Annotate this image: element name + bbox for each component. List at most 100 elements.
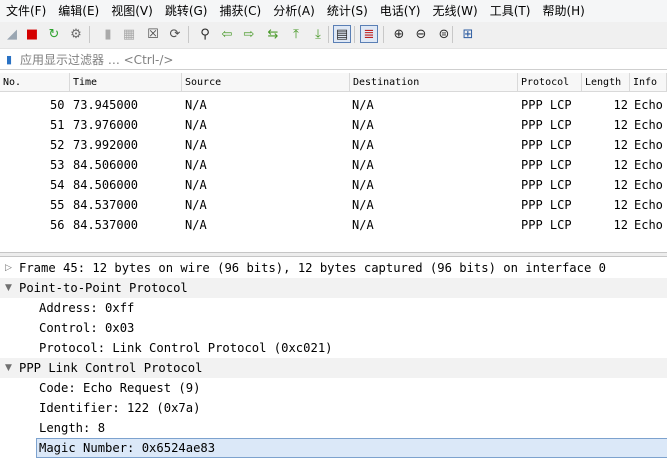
menu-item-5[interactable]: 分析(A) — [267, 0, 321, 22]
packet-length-cell: 12 — [613, 158, 628, 172]
packet-list-header: No. Time Source Destination Protocol Length In… — [0, 73, 667, 92]
packet-source-cell: N/A — [185, 178, 207, 192]
tree-field-row[interactable]: Protocol: Link Control Protocol (0xc021) — [0, 338, 667, 358]
packet-no-cell: 52 — [50, 138, 65, 152]
menu-item-0[interactable]: 文件(F) — [0, 0, 52, 22]
colorize-icon[interactable]: ≣ — [360, 25, 378, 43]
column-header-protocol[interactable]: Protocol — [518, 73, 582, 92]
tree-row-label: Point-to-Point Protocol — [19, 281, 188, 295]
column-header-info[interactable]: Info — [630, 73, 667, 92]
main-toolbar: ◢ ■ ↻ ⚙ ▮ ▦ ☒ ⟳ ⚲ ⇦ ⇨ ⇆ ⤒ ⤓ ▤ ≣ ⊕ ⊖ ⊜ ⊞ — [0, 22, 667, 49]
packet-row[interactable]: 55 84.537000 N/A N/A PPP LCP 12 Echo — [0, 195, 667, 215]
menu-bar: 文件(F) 编辑(E) 视图(V) 跳转(G) 捕获(C) 分析(A) 统计(S) 电话(Y)… — [0, 0, 667, 22]
packet-protocol-cell: PPP LCP — [521, 178, 572, 192]
tree-row-label: PPP Link Control Protocol — [19, 361, 203, 375]
menu-item-4[interactable]: 捕获(C) — [213, 0, 267, 22]
tree-row-label: Address: 0xff — [39, 301, 135, 315]
tree-row-label: Frame 45: 12 bytes on wire (96 bits), 12… — [19, 261, 606, 275]
stop-capture-icon[interactable]: ■ — [23, 25, 41, 43]
tree-field-row[interactable]: Length: 8 — [0, 418, 667, 438]
packet-time-cell: 84.537000 — [73, 218, 139, 232]
close-file-icon[interactable]: ☒ — [144, 25, 162, 43]
packet-info-cell: Echo — [634, 198, 663, 212]
go-back-icon[interactable]: ⇦ — [218, 25, 236, 43]
reload-file-icon[interactable]: ⟳ — [166, 25, 184, 43]
open-file-icon[interactable]: ▮ — [99, 25, 117, 43]
shark-fin-start-icon[interactable]: ◢ — [3, 25, 21, 43]
packet-protocol-cell: PPP LCP — [521, 158, 572, 172]
tree-field-row[interactable]: Magic Number: 0x6524ae83 — [0, 438, 667, 458]
packet-row[interactable]: 54 84.506000 N/A N/A PPP LCP 12 Echo — [0, 175, 667, 195]
go-forward-icon[interactable]: ⇨ — [240, 25, 258, 43]
column-header-source[interactable]: Source — [182, 73, 350, 92]
go-last-packet-icon[interactable]: ⤓ — [309, 25, 327, 43]
display-filter-input[interactable]: 应用显示过滤器 … <Ctrl-/> — [16, 51, 173, 68]
packet-no-cell: 56 — [50, 218, 65, 232]
menu-item-2[interactable]: 视图(V) — [105, 0, 159, 22]
packet-protocol-cell: PPP LCP — [521, 118, 572, 132]
menu-item-9[interactable]: 工具(T) — [484, 0, 537, 22]
packet-time-cell: 73.976000 — [73, 118, 139, 132]
tree-field-row[interactable]: Control: 0x03 — [0, 318, 667, 338]
restart-capture-icon[interactable]: ↻ — [45, 25, 63, 43]
packet-info-cell: Echo — [634, 98, 663, 112]
menu-item-3[interactable]: 跳转(G) — [159, 0, 214, 22]
capture-options-icon[interactable]: ⚙ — [67, 25, 85, 43]
packet-destination-cell: N/A — [352, 198, 374, 212]
pane-splitter[interactable] — [0, 252, 667, 257]
autoscroll-icon[interactable]: ▤ — [333, 25, 351, 43]
collapsed-arrow-icon[interactable]: ▷ — [5, 258, 12, 278]
tree-field-row[interactable]: Identifier: 122 (0x7a) — [0, 398, 667, 418]
toolbar-separator — [89, 26, 90, 43]
packet-info-cell: Echo — [634, 178, 663, 192]
packet-no-cell: 50 — [50, 98, 65, 112]
packet-source-cell: N/A — [185, 138, 207, 152]
packet-row[interactable]: 52 73.992000 N/A N/A PPP LCP 12 Echo — [0, 135, 667, 155]
zoom-out-icon[interactable]: ⊖ — [412, 25, 430, 43]
packet-row[interactable]: 50 73.945000 N/A N/A PPP LCP 12 Echo — [0, 95, 667, 115]
packet-no-cell: 55 — [50, 198, 65, 212]
expanded-arrow-icon[interactable]: ▼ — [5, 278, 12, 298]
packet-list: No. Time Source Destination Protocol Length In… — [0, 73, 667, 253]
tree-section-row[interactable]: ▼ Point-to-Point Protocol — [0, 278, 667, 298]
bookmark-icon[interactable]: ▮ — [2, 50, 16, 70]
packet-protocol-cell: PPP LCP — [521, 98, 572, 112]
packet-info-cell: Echo — [634, 138, 663, 152]
display-filter-bar[interactable]: ▮ 应用显示过滤器 … <Ctrl-/> — [0, 50, 667, 70]
tree-section-row[interactable]: ▷ Frame 45: 12 bytes on wire (96 bits), 1… — [0, 258, 667, 278]
tree-section-row[interactable]: ▼ PPP Link Control Protocol — [0, 358, 667, 378]
column-header-length[interactable]: Length — [582, 73, 630, 92]
normal-size-icon[interactable]: ⊜ — [435, 25, 453, 43]
tree-row-label: Length: 8 — [39, 421, 106, 435]
expanded-arrow-icon[interactable]: ▼ — [5, 358, 12, 378]
menu-item-7[interactable]: 电话(Y) — [374, 0, 427, 22]
packet-info-cell: Echo — [634, 118, 663, 132]
toolbar-separator — [354, 26, 355, 43]
find-packet-icon[interactable]: ⚲ — [196, 25, 214, 43]
column-header-no[interactable]: No. — [0, 73, 70, 92]
packet-row[interactable]: 51 73.976000 N/A N/A PPP LCP 12 Echo — [0, 115, 667, 135]
packet-destination-cell: N/A — [352, 218, 374, 232]
column-header-destination[interactable]: Destination — [350, 73, 518, 92]
menu-item-10[interactable]: 帮助(H) — [536, 0, 590, 22]
menu-item-8[interactable]: 无线(W) — [427, 0, 484, 22]
tree-field-row[interactable]: Address: 0xff — [0, 298, 667, 318]
packet-destination-cell: N/A — [352, 158, 374, 172]
menu-item-6[interactable]: 统计(S) — [321, 0, 374, 22]
go-first-packet-icon[interactable]: ⤒ — [287, 25, 305, 43]
zoom-in-icon[interactable]: ⊕ — [390, 25, 408, 43]
packet-length-cell: 12 — [613, 218, 628, 232]
resize-columns-icon[interactable]: ⊞ — [459, 25, 477, 43]
packet-protocol-cell: PPP LCP — [521, 138, 572, 152]
go-to-packet-icon[interactable]: ⇆ — [264, 25, 282, 43]
tree-field-row[interactable]: Code: Echo Request (9) — [0, 378, 667, 398]
packet-length-cell: 12 — [613, 118, 628, 132]
save-file-icon[interactable]: ▦ — [120, 25, 138, 43]
menu-item-1[interactable]: 编辑(E) — [52, 0, 105, 22]
packet-no-cell: 54 — [50, 178, 65, 192]
packet-source-cell: N/A — [185, 98, 207, 112]
column-header-time[interactable]: Time — [70, 73, 182, 92]
packet-row[interactable]: 53 84.506000 N/A N/A PPP LCP 12 Echo — [0, 155, 667, 175]
packet-row[interactable]: 56 84.537000 N/A N/A PPP LCP 12 Echo — [0, 215, 667, 235]
packet-source-cell: N/A — [185, 198, 207, 212]
